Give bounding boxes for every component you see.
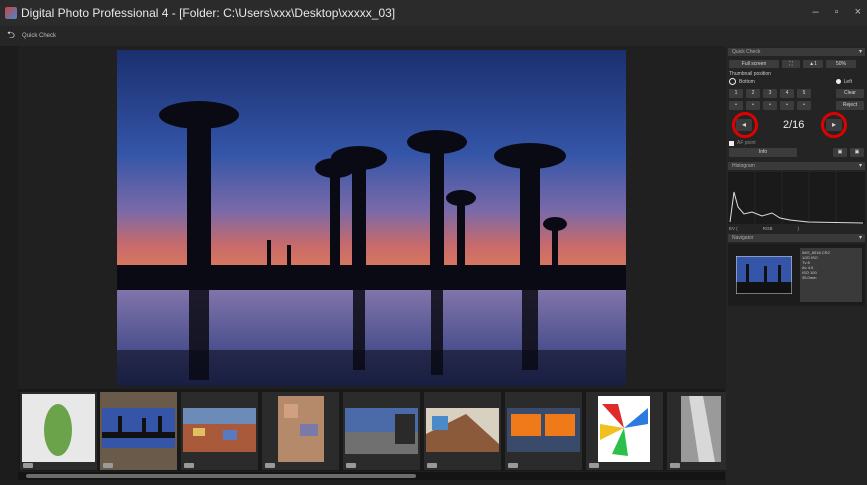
quick-check-panel: Quick Check Full screen ⛶ ▲1 50% Thumbna… [726, 46, 867, 485]
thumbnail-5[interactable] [343, 392, 420, 470]
histogram-axis: EV ( RGB ) [726, 226, 867, 231]
save-as-icon[interactable]: ▣ [850, 148, 864, 157]
thumbnail-position-label: Thumbnail position [729, 71, 771, 77]
thumbnail-tag [427, 463, 437, 468]
app-icon [5, 7, 17, 19]
save-icon[interactable]: ▣ [833, 148, 847, 157]
thumbnail-7[interactable] [505, 392, 582, 470]
hist-axis-rgb: RGB [762, 226, 773, 231]
thumbnail-tag [265, 463, 275, 468]
navigation-row: ◂ 2/16 ▸ [726, 112, 867, 139]
info-line-6: 35.0mm [802, 275, 817, 280]
maximize-button[interactable]: ▫ [835, 6, 839, 18]
info-row: Info ▣ ▣ [726, 148, 867, 157]
mark-3-button[interactable]: • [763, 101, 777, 110]
title-bar: Digital Photo Professional 4 - [Folder: … [0, 0, 867, 26]
af-point-label: AF point [737, 140, 756, 146]
thumbnail-tag [23, 463, 33, 468]
left-label: Left [843, 78, 852, 85]
reject-button[interactable]: Reject [836, 101, 864, 110]
af-point-checkbox[interactable] [729, 140, 734, 146]
thumbnail-tag [103, 463, 113, 468]
navigator-thumbnail[interactable] [736, 256, 792, 294]
thumbnail-1[interactable] [20, 392, 97, 470]
left-radio[interactable] [835, 79, 841, 84]
thumbnail-tag [670, 463, 680, 468]
thumbnail-4[interactable] [262, 392, 339, 470]
thumbnail-position-options: Bottom Left [726, 78, 867, 85]
panel-header-navigator[interactable]: Navigator [728, 234, 865, 242]
bottom-label: Bottom [739, 78, 755, 85]
toolbar-title: Quick Check [22, 33, 57, 39]
thumbnail-3[interactable] [181, 392, 258, 470]
mark-row: • • • • • Reject [726, 101, 867, 110]
zoom-select[interactable]: 50% [826, 60, 856, 68]
left-gutter [0, 46, 18, 480]
rating-row: 1 2 3 4 5 Clear [726, 89, 867, 98]
main-photo [117, 50, 626, 386]
rating-4-button[interactable]: 4 [780, 89, 794, 98]
info-button[interactable]: Info [729, 148, 797, 157]
thumbnail-tag [508, 463, 518, 468]
close-button[interactable]: × [855, 6, 861, 18]
panel-header-histogram[interactable]: Histogram [728, 162, 865, 170]
thumbnail-tag [184, 463, 194, 468]
bottom-radio[interactable] [729, 78, 736, 85]
view-row: Full screen ⛶ ▲1 50% [726, 60, 867, 68]
toolbar: ⮌ Quick Check [0, 26, 867, 47]
highlight-circle-next [821, 112, 847, 138]
highlight-circle-previous [732, 112, 758, 138]
mark-5-button[interactable]: • [797, 101, 811, 110]
navigator-panel: IMG_8018.CR2 1/20 ISO Tv 8 Av 4.0 ISO 10… [728, 244, 865, 306]
thumbnail-tag [589, 463, 599, 468]
back-arrow-icon[interactable]: ⮌ [0, 28, 22, 45]
image-viewer[interactable] [18, 46, 725, 388]
image-info-box: IMG_8018.CR2 1/20 ISO Tv 8 Av 4.0 ISO 10… [800, 248, 862, 302]
rating-2-button[interactable]: 2 [746, 89, 760, 98]
histogram-chart [728, 172, 865, 224]
thumbnail-8[interactable] [586, 392, 663, 470]
thumbnail-strip [18, 389, 744, 471]
panel-header-quick-check[interactable]: Quick Check [728, 48, 865, 56]
window-title: Digital Photo Professional 4 - [Folder: … [21, 6, 396, 20]
thumbnail-2-selected[interactable] [100, 392, 177, 470]
rating-5-button[interactable]: 5 [797, 89, 811, 98]
minimize-button[interactable]: – [813, 6, 819, 18]
full-screen-button[interactable]: Full screen [729, 60, 779, 68]
zoom-100-button[interactable]: ▲1 [803, 60, 823, 68]
clear-button[interactable]: Clear [836, 89, 864, 98]
filmstrip-scrollbar[interactable] [18, 472, 725, 480]
page-counter: 2/16 [783, 119, 805, 131]
hist-axis-close: ) [797, 226, 800, 231]
window-controls: – ▫ × [813, 6, 861, 18]
rating-1-button[interactable]: 1 [729, 89, 743, 98]
scrollbar-thumb[interactable] [26, 474, 416, 478]
mark-4-button[interactable]: • [780, 101, 794, 110]
mark-1-button[interactable]: • [729, 101, 743, 110]
thumbnail-tag [346, 463, 356, 468]
thumbnail-6[interactable] [424, 392, 501, 470]
mark-2-button[interactable]: • [746, 101, 760, 110]
fit-screen-icon[interactable]: ⛶ [782, 60, 800, 68]
af-point-row: AF point [726, 140, 867, 146]
rating-3-button[interactable]: 3 [763, 89, 777, 98]
hist-axis-ev: EV ( [729, 226, 738, 231]
